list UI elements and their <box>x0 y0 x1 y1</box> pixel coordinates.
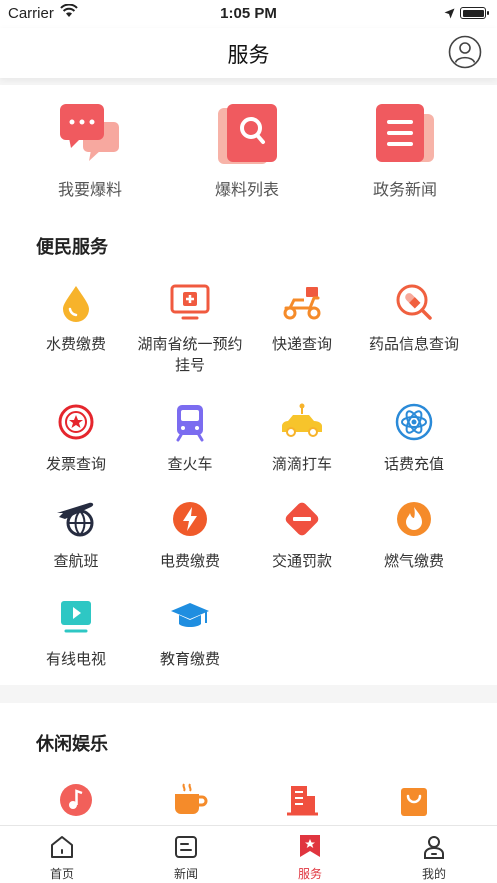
coffee-service[interactable] <box>128 780 252 820</box>
tip-list-button[interactable]: 爆料列表 <box>182 100 312 200</box>
tab-label: 服务 <box>297 867 322 881</box>
battery-icon <box>460 7 489 19</box>
electricity-bill-service[interactable]: 电费缴费 <box>128 499 252 572</box>
education-fee-service[interactable]: 教育缴费 <box>128 597 252 670</box>
location-arrow-icon <box>444 6 455 23</box>
service-label: 滴滴打车 <box>271 456 332 473</box>
status-bar: Carrier 1:05 PM <box>0 0 497 28</box>
tab-news[interactable]: 新闻 <box>124 826 248 882</box>
news-document-icon <box>340 100 470 168</box>
tab-label: 我的 <box>421 867 446 881</box>
flame-icon <box>352 499 476 539</box>
building-service[interactable] <box>240 780 364 820</box>
tv-play-icon <box>14 597 138 637</box>
service-label: 电费缴费 <box>159 553 220 570</box>
hospital-registration-service[interactable]: 湖南省统一预约挂号 <box>128 282 252 376</box>
profile-icon <box>372 826 496 862</box>
service-label: 发票查询 <box>45 456 106 473</box>
didi-taxi-service[interactable]: 滴滴打车 <box>240 402 364 475</box>
phone-recharge-service[interactable]: 话费充值 <box>352 402 476 475</box>
clock: 1:05 PM <box>220 5 277 22</box>
music-service[interactable] <box>14 780 138 820</box>
report-tip-button[interactable]: 我要爆料 <box>25 100 155 200</box>
pill-search-icon <box>352 282 476 322</box>
coffee-cup-icon <box>128 780 252 820</box>
home-icon <box>0 826 124 862</box>
graduation-cap-icon <box>128 597 252 637</box>
lightning-icon <box>128 499 252 539</box>
tab-label: 新闻 <box>173 867 198 881</box>
tab-profile[interactable]: 我的 <box>372 826 496 882</box>
traffic-fine-icon <box>240 499 364 539</box>
top-action-label: 我要爆料 <box>57 182 122 199</box>
traffic-fine-service[interactable]: 交通罚款 <box>240 499 364 572</box>
page-title: 服务 <box>227 44 270 67</box>
leisure-section-title: 休闲娱乐 <box>36 734 108 754</box>
hospital-icon <box>128 282 252 322</box>
service-bookmark-icon <box>248 826 372 862</box>
train-icon <box>128 402 252 442</box>
service-label: 查火车 <box>167 456 213 473</box>
invoice-seal-icon <box>14 402 138 442</box>
service-label: 湖南省统一预约挂号 <box>137 336 243 374</box>
top-action-label: 政务新闻 <box>372 182 437 199</box>
service-label: 快递查询 <box>271 336 332 353</box>
search-list-icon <box>182 100 312 168</box>
shopping-bag-icon <box>352 780 476 820</box>
water-drop-icon <box>14 282 138 322</box>
music-note-icon <box>14 780 138 820</box>
tab-bar: 首页 新闻 服务 我的 <box>0 825 497 883</box>
taxi-icon <box>240 402 364 442</box>
user-avatar-icon[interactable] <box>448 35 482 69</box>
airplane-globe-icon <box>14 499 138 539</box>
navigation-bar: 服务 <box>0 28 497 78</box>
service-label: 查航班 <box>53 553 99 570</box>
train-query-service[interactable]: 查火车 <box>128 402 252 475</box>
water-bill-service[interactable]: 水费缴费 <box>14 282 138 355</box>
flight-query-service[interactable]: 查航班 <box>14 499 138 572</box>
service-label: 话费充值 <box>383 456 444 473</box>
service-label: 药品信息查询 <box>368 336 459 353</box>
service-label: 有线电视 <box>45 651 106 668</box>
express-tracking-service[interactable]: 快递查询 <box>240 282 364 355</box>
invoice-query-service[interactable]: 发票查询 <box>14 402 138 475</box>
service-label: 交通罚款 <box>271 553 332 570</box>
chat-bubbles-icon <box>25 100 155 168</box>
service-label: 水费缴费 <box>45 336 106 353</box>
delivery-scooter-icon <box>240 282 364 322</box>
tab-service[interactable]: 服务 <box>248 826 372 882</box>
cable-tv-service[interactable]: 有线电视 <box>14 597 138 670</box>
building-icon <box>240 780 364 820</box>
shopping-service[interactable] <box>352 780 476 820</box>
news-icon <box>124 826 248 862</box>
atom-phone-icon <box>352 402 476 442</box>
gov-news-button[interactable]: 政务新闻 <box>340 100 470 200</box>
tab-home[interactable]: 首页 <box>0 826 124 882</box>
drug-info-service[interactable]: 药品信息查询 <box>352 282 476 355</box>
service-label: 教育缴费 <box>159 651 220 668</box>
tab-label: 首页 <box>49 867 74 881</box>
gas-bill-service[interactable]: 燃气缴费 <box>352 499 476 572</box>
top-action-label: 爆料列表 <box>214 182 279 199</box>
convenience-section-title: 便民服务 <box>36 237 108 257</box>
service-label: 燃气缴费 <box>383 553 444 570</box>
